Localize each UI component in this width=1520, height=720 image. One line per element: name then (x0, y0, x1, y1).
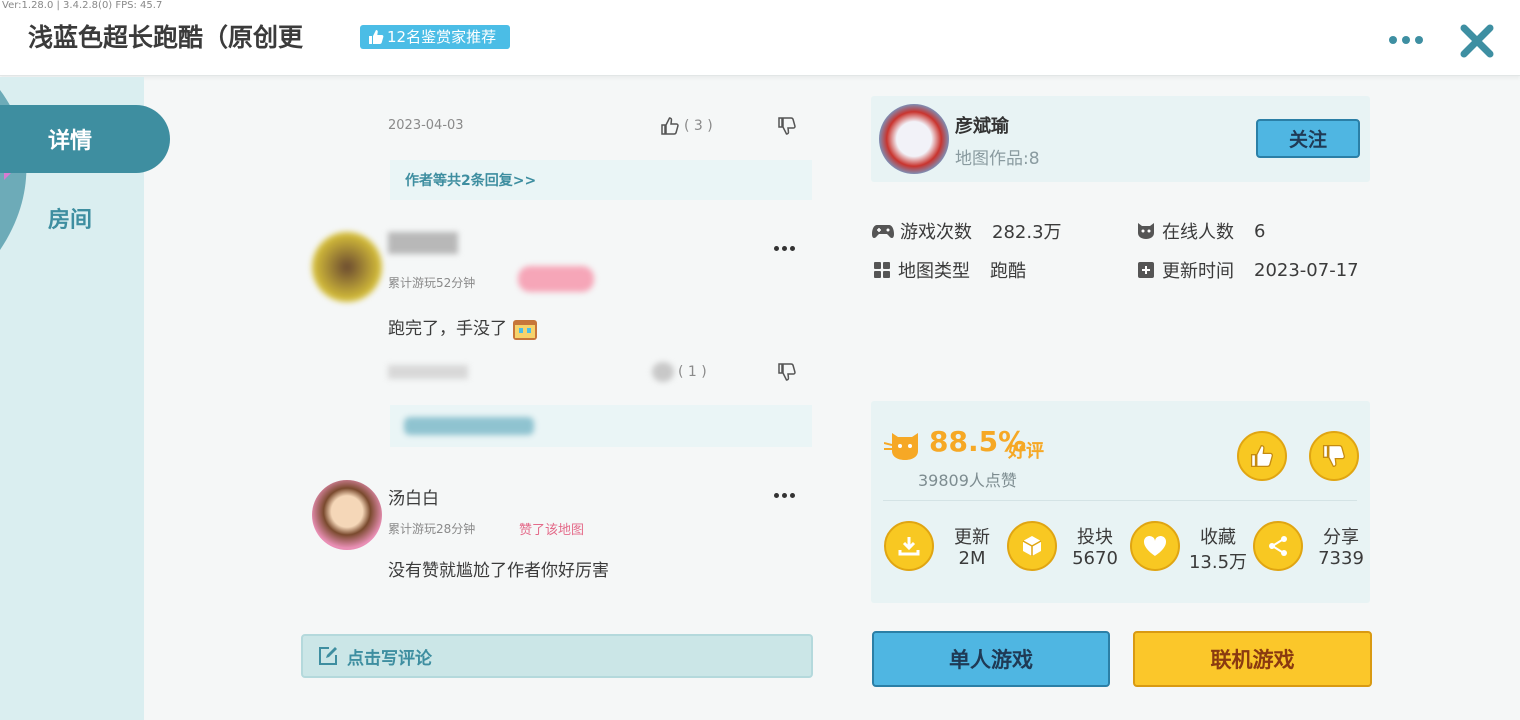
comment-like-button[interactable]: ( 1 ) (652, 362, 707, 382)
tab-room[interactable]: 房间 (0, 184, 144, 252)
stat-map-type: 地图类型 跑酷 (872, 257, 1026, 283)
stat-plays: 游戏次数 282.3万 (872, 218, 1062, 244)
rating-good-label: 好评 (1008, 441, 1044, 462)
dislike-map-button[interactable] (1309, 431, 1359, 481)
comment-like-count: ( 3 ) (684, 118, 713, 134)
comment-text: 没有赞就尴尬了作者你好厉害 (388, 561, 609, 581)
author-avatar[interactable] (879, 104, 949, 174)
commenter-tag (518, 266, 594, 292)
heart-icon (1130, 521, 1180, 571)
recommend-badge[interactable]: 12名鉴赏家推荐 (360, 25, 511, 49)
comment-like-count: ( 1 ) (678, 364, 707, 380)
play-time: 累计游玩28分钟 (388, 522, 476, 536)
thumbs-down-outline-icon (778, 363, 796, 381)
plus-square-icon (1138, 262, 1154, 278)
more-options-button[interactable] (1384, 26, 1428, 54)
comment-dislike-button[interactable] (777, 362, 797, 382)
vote-block-action[interactable]: 投块 5670 (1007, 519, 1127, 575)
write-comment-label: 点击写评论 (347, 648, 432, 669)
stat-update-time: 更新时间 2023-07-17 (1136, 257, 1359, 283)
reply-box[interactable] (390, 405, 812, 447)
thumbs-up-outline-icon (661, 117, 679, 135)
edit-icon (319, 647, 337, 665)
gamepad-icon (872, 225, 894, 239)
comment-text: 跑完了，手没了 (388, 314, 538, 341)
reply-link[interactable]: 作者等共2条回复>> (405, 170, 536, 190)
crying-emoji-icon (513, 320, 538, 340)
update-value: 2M (958, 548, 986, 569)
comment-more-button[interactable] (774, 489, 800, 501)
update-action[interactable]: 更新 2M (884, 519, 1004, 575)
close-icon (1460, 24, 1494, 58)
comment-like-button[interactable]: ( 3 ) (660, 116, 713, 136)
download-icon (884, 521, 934, 571)
favorite-label: 收藏 (1200, 527, 1236, 548)
rating-panel: 88.5% 好评 39809人点赞 更新 2M 投块 5670 收藏 13.5万… (871, 401, 1370, 603)
thumbs-down-icon (1322, 444, 1346, 468)
reply-link-blurred (404, 417, 534, 435)
thumbs-up-icon (369, 30, 384, 44)
recommend-badge-label: 12名鉴赏家推荐 (387, 28, 497, 46)
commenter-avatar[interactable] (312, 232, 382, 302)
write-comment-button[interactable]: 点击写评论 (301, 634, 813, 678)
likes-count: 39809人点赞 (918, 471, 1017, 490)
commenter-name (388, 232, 458, 254)
block-icon (1007, 521, 1057, 571)
commenter-name: 汤白白 (388, 489, 439, 509)
author-card: 彦斌瑜 地图作品:8 关注 (871, 96, 1370, 182)
favorite-value: 13.5万 (1188, 552, 1248, 573)
update-label: 更新 (954, 527, 990, 548)
share-value: 7339 (1318, 548, 1364, 569)
thumbs-up-outline-icon (652, 362, 674, 382)
share-action[interactable]: 分享 7339 (1253, 519, 1373, 575)
single-player-button[interactable]: 单人游戏 (872, 631, 1110, 687)
author-works-count: 地图作品:8 (955, 149, 1040, 169)
thumbs-down-outline-icon (778, 117, 796, 135)
comment-more-button[interactable] (774, 242, 800, 254)
liked-map-tag: 赞了该地图 (519, 523, 585, 538)
comment-list[interactable]: 2023-04-03 ( 3 ) 作者等共2条回复>> 累计游玩52分钟 跑完了… (300, 100, 820, 608)
divider (883, 500, 1357, 501)
follow-button[interactable]: 关注 (1256, 119, 1360, 158)
comment-date: 2023-04-03 (388, 118, 464, 133)
cat-face-icon (1138, 223, 1154, 239)
like-map-button[interactable] (1237, 431, 1287, 481)
multiplayer-button[interactable]: 联机游戏 (1133, 631, 1372, 687)
debug-info: Ver:1.28.0 | 3.4.2.8(0) FPS: 45.7 (2, 0, 163, 11)
vote-block-value: 5670 (1072, 548, 1118, 569)
reply-box[interactable]: 作者等共2条回复>> (390, 160, 812, 200)
vote-block-label: 投块 (1077, 527, 1113, 548)
close-button[interactable] (1456, 20, 1498, 62)
stat-online: 在线人数 6 (1136, 218, 1265, 244)
share-icon (1253, 521, 1303, 571)
tab-detail[interactable]: 详情 (0, 105, 170, 173)
thumbs-up-icon (1250, 444, 1274, 468)
top-bar: Ver:1.28.0 | 3.4.2.8(0) FPS: 45.7 浅蓝色超长跑… (0, 0, 1520, 76)
favorite-action[interactable]: 收藏 13.5万 (1130, 519, 1250, 575)
play-time: 累计游玩52分钟 (388, 276, 476, 290)
comment-dislike-button[interactable] (777, 116, 797, 136)
grid-icon (874, 262, 890, 278)
comment-date-blurred (388, 365, 468, 379)
author-name: 彦斌瑜 (955, 116, 1009, 137)
share-label: 分享 (1323, 527, 1359, 548)
map-title: 浅蓝色超长跑酷（原创更 (28, 23, 304, 52)
mascot-icon (884, 433, 918, 460)
commenter-avatar[interactable] (312, 480, 382, 550)
